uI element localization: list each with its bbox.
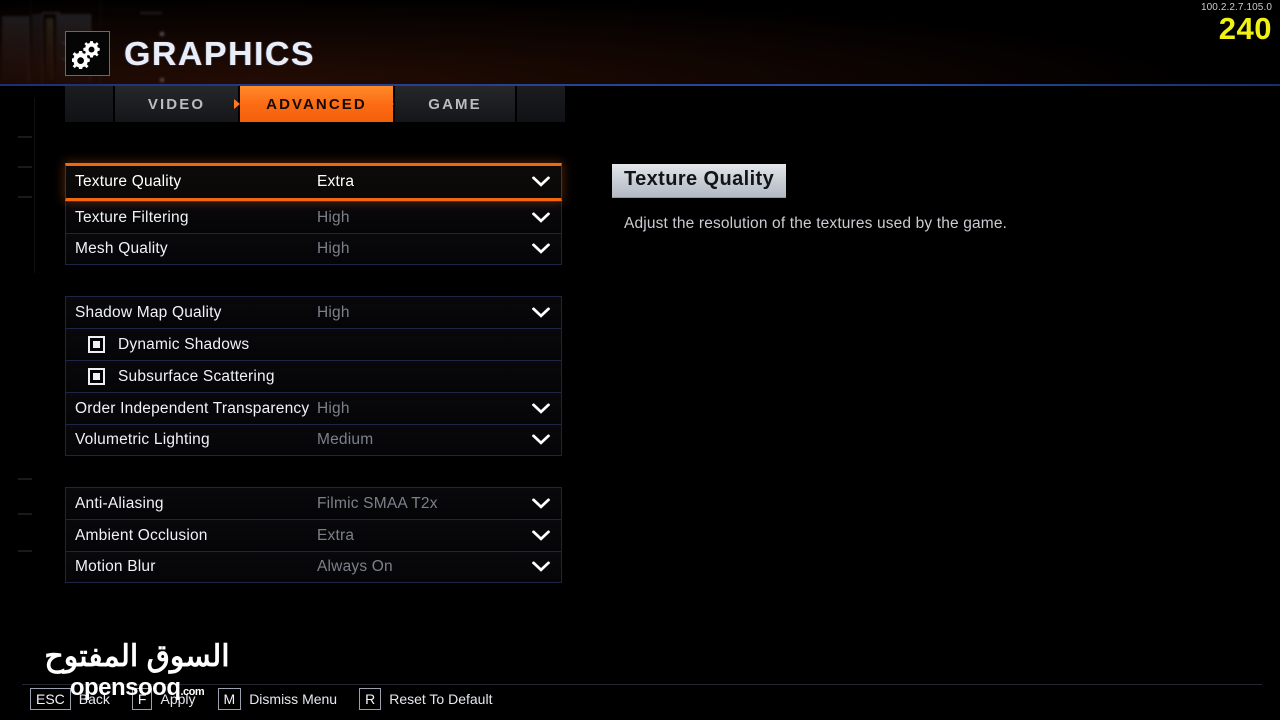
setting-label: Texture Quality xyxy=(75,173,182,190)
hint-bar: ESC Back F Apply M Dismiss Menu R Reset … xyxy=(30,688,514,710)
chevron-down-icon[interactable] xyxy=(532,176,550,188)
setting-value: Extra xyxy=(317,173,355,190)
hint-label: Apply xyxy=(160,691,196,707)
hint-apply[interactable]: F Apply xyxy=(131,688,196,710)
page-title: GRAPHICS xyxy=(124,34,315,72)
chevron-down-icon[interactable] xyxy=(532,403,550,414)
setting-row-mesh-quality[interactable]: Mesh Quality High xyxy=(65,233,562,265)
setting-value: High xyxy=(317,208,350,226)
chevron-down-icon[interactable] xyxy=(532,243,550,255)
header: GRAPHICS xyxy=(0,0,1280,84)
settings-list: Texture Quality Extra Texture Filtering … xyxy=(65,163,562,583)
tabbar-right-cap xyxy=(516,86,565,122)
setting-label: Subsurface Scattering xyxy=(118,367,275,385)
settings-tabbar: VIDEO ADVANCED GAME xyxy=(65,86,565,122)
chevron-down-icon[interactable] xyxy=(532,530,550,541)
hint-reset-to-default[interactable]: R Reset To Default xyxy=(359,688,492,710)
settings-group-1: Texture Quality Extra Texture Filtering … xyxy=(65,163,562,265)
setting-row-texture-quality[interactable]: Texture Quality Extra xyxy=(65,163,562,201)
setting-label: Mesh Quality xyxy=(75,240,168,257)
setting-value: High xyxy=(317,303,350,321)
chevron-down-icon[interactable] xyxy=(532,307,550,318)
setting-row-volumetric-lighting[interactable]: Volumetric Lighting Medium xyxy=(65,424,562,456)
setting-label: Volumetric Lighting xyxy=(75,431,210,448)
setting-value: Always On xyxy=(317,558,393,575)
settings-group-3: Anti-Aliasing Filmic SMAA T2x Ambient Oc… xyxy=(65,487,562,583)
chevron-down-icon[interactable] xyxy=(532,498,550,509)
setting-label: Texture Filtering xyxy=(75,208,189,226)
setting-row-texture-filtering[interactable]: Texture Filtering High xyxy=(65,201,562,233)
tabbar-left-cap xyxy=(65,86,114,122)
setting-row-dynamic-shadows[interactable]: Dynamic Shadows xyxy=(65,328,562,360)
tab-advanced[interactable]: ADVANCED xyxy=(239,86,394,122)
setting-label: Shadow Map Quality xyxy=(75,303,222,321)
setting-row-ambient-occlusion[interactable]: Ambient Occlusion Extra xyxy=(65,519,562,551)
gears-icon xyxy=(65,31,110,76)
telemetry-overlay: 100.2.2.7.105.0 240 xyxy=(1201,2,1272,44)
setting-value: Filmic SMAA T2x xyxy=(317,494,438,512)
tab-video[interactable]: VIDEO xyxy=(114,86,239,122)
setting-label: Motion Blur xyxy=(75,558,156,575)
checkbox-subsurface-scattering[interactable] xyxy=(88,368,105,385)
background-left-rail xyxy=(0,88,70,720)
description-body: Adjust the resolution of the textures us… xyxy=(624,215,1008,232)
chevron-down-icon[interactable] xyxy=(532,212,550,223)
setting-row-anti-aliasing[interactable]: Anti-Aliasing Filmic SMAA T2x xyxy=(65,487,562,519)
setting-row-motion-blur[interactable]: Motion Blur Always On xyxy=(65,551,562,583)
description-title: Texture Quality xyxy=(612,164,787,198)
hint-dismiss-menu[interactable]: M Dismiss Menu xyxy=(217,688,338,710)
setting-label: Ambient Occlusion xyxy=(75,526,208,544)
hint-label: Reset To Default xyxy=(389,691,493,707)
setting-value: High xyxy=(317,240,350,257)
setting-row-order-independent-transparency[interactable]: Order Independent Transparency High xyxy=(65,392,562,424)
chevron-down-icon[interactable] xyxy=(532,561,550,573)
key-r: R xyxy=(359,688,382,710)
key-f: F xyxy=(131,688,153,710)
hint-label: Dismiss Menu xyxy=(249,691,338,707)
settings-group-2: Shadow Map Quality High Dynamic Shadows … xyxy=(65,296,562,456)
setting-row-shadow-map-quality[interactable]: Shadow Map Quality High xyxy=(65,296,562,328)
key-esc: ESC xyxy=(30,688,71,710)
setting-label: Order Independent Transparency xyxy=(75,399,310,417)
description-panel: Texture Quality Adjust the resolution of… xyxy=(612,164,1232,233)
checkbox-dynamic-shadows[interactable] xyxy=(88,336,105,353)
hint-back[interactable]: ESC Back xyxy=(30,688,110,710)
setting-label: Dynamic Shadows xyxy=(118,335,250,353)
setting-value: Medium xyxy=(317,431,374,448)
setting-value: High xyxy=(317,399,350,417)
key-m: M xyxy=(217,688,242,710)
hintbar-divider xyxy=(22,684,1262,685)
chevron-down-icon[interactable] xyxy=(532,434,550,446)
tab-game[interactable]: GAME xyxy=(394,86,516,122)
setting-value: Extra xyxy=(317,526,355,544)
fps-counter: 240 xyxy=(1218,11,1272,46)
setting-label: Anti-Aliasing xyxy=(75,494,164,512)
game-settings-screen: GRAPHICS 100.2.2.7.105.0 240 VIDEO ADVAN… xyxy=(0,0,1280,720)
setting-row-subsurface-scattering[interactable]: Subsurface Scattering xyxy=(65,360,562,392)
hint-label: Back xyxy=(78,691,110,707)
